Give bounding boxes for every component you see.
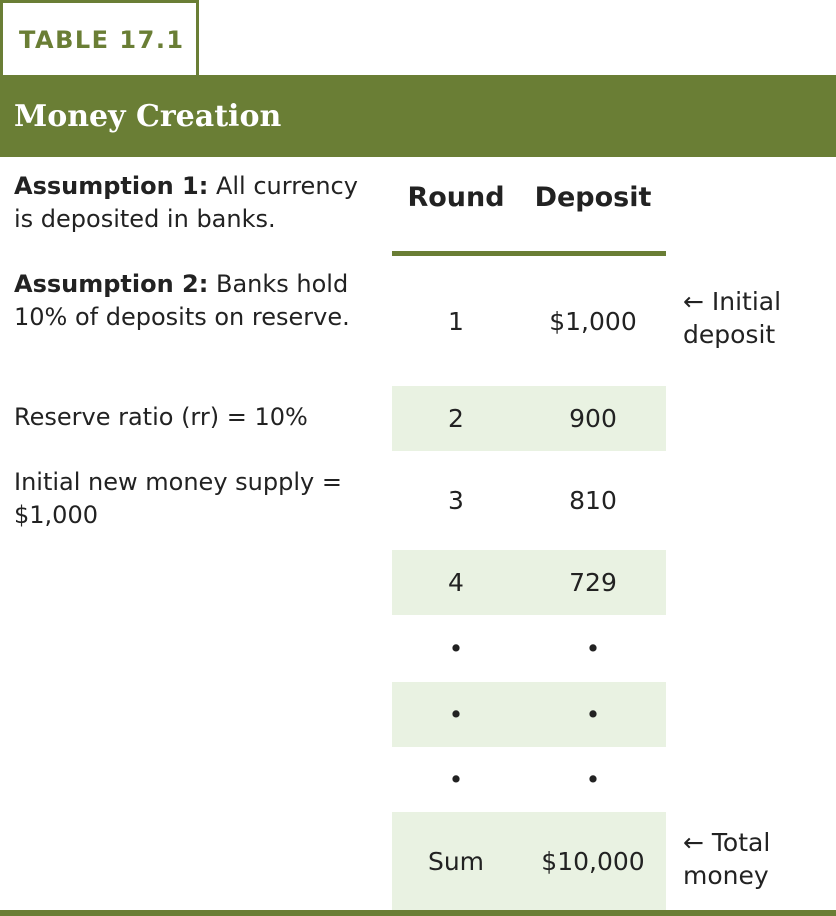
round-cell: 4 xyxy=(448,568,464,597)
deposit-cell: $1,000 xyxy=(549,306,637,336)
deposit-cell: • xyxy=(585,765,601,794)
deposit-cell: • xyxy=(585,700,601,729)
table-row: • • xyxy=(392,747,666,812)
round-column-header: Round xyxy=(407,182,505,213)
round-cell: 1 xyxy=(448,306,464,336)
table-number-label: TABLE 17.1 xyxy=(0,0,199,76)
initial-deposit-note-line2: deposit xyxy=(683,320,776,349)
bottom-rule xyxy=(0,910,836,916)
assumption-1: Assumption 1: All currency is deposited … xyxy=(14,170,384,236)
table-row: • • xyxy=(392,615,666,682)
table-row: 2 900 xyxy=(392,386,666,451)
reserve-ratio: Reserve ratio (rr) = 10% xyxy=(14,403,308,431)
deposit-cell: 810 xyxy=(569,486,617,515)
table-row: • • xyxy=(392,682,666,747)
initial-money-supply: Initial new money supply = $1,000 xyxy=(14,468,342,529)
table-row: 3 810 xyxy=(392,451,666,550)
deposit-column-header: Deposit xyxy=(534,182,652,213)
table-row: 1 $1,000 xyxy=(392,256,666,386)
table-row: 4 729 xyxy=(392,550,666,615)
round-cell: • xyxy=(448,700,464,729)
total-money-note-line2: money xyxy=(683,861,769,890)
table-row: Sum $10,000 xyxy=(392,812,666,910)
assumption-2-label: Assumption 2: xyxy=(14,270,209,298)
initial-deposit-note-line1: ← Initial xyxy=(683,287,782,316)
deposit-cell: $10,000 xyxy=(541,846,645,876)
deposit-cell: • xyxy=(585,634,601,663)
initial-deposit-note: ← Initial deposit xyxy=(683,285,781,351)
round-cell: 3 xyxy=(448,486,464,515)
round-cell: 2 xyxy=(448,404,464,433)
assumption-1-label: Assumption 1: xyxy=(14,172,209,200)
total-money-note: ← Total money xyxy=(683,826,770,892)
deposit-cell: 900 xyxy=(569,404,617,433)
round-cell: • xyxy=(448,634,464,663)
round-cell: • xyxy=(448,765,464,794)
total-money-note-line1: ← Total xyxy=(683,828,771,857)
deposit-cell: 729 xyxy=(569,568,617,597)
table-title: Money Creation xyxy=(0,75,836,157)
round-cell: Sum xyxy=(427,846,485,876)
assumption-2: Assumption 2: Banks hold 10% of deposits… xyxy=(14,268,374,334)
